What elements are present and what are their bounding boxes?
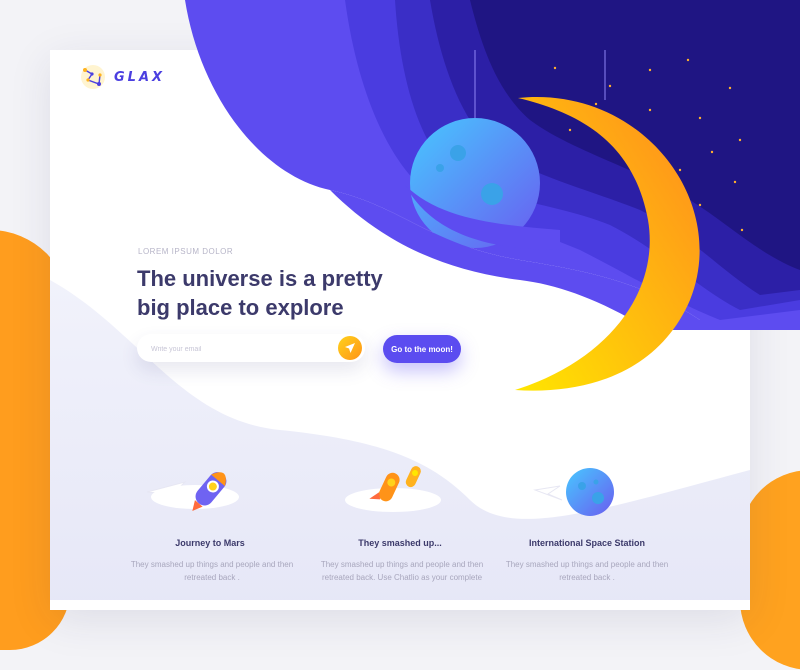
hero-headline: The universe is a pretty big place to ex… (137, 266, 383, 320)
go-to-moon-button[interactable]: Go to the moon! (383, 335, 461, 363)
feature-title-mars: Journey to Mars (175, 538, 245, 548)
brand-name: GLAX (114, 69, 166, 85)
hero-eyebrow: LOREM IPSUM DOLOR (138, 247, 234, 256)
planet-icon (533, 468, 614, 516)
feature-title-smashed: They smashed up... (358, 538, 442, 548)
rocket-icon (146, 472, 239, 512)
send-arrow-icon (345, 343, 355, 353)
email-input[interactable] (149, 338, 333, 360)
feature-desc-smashed: They smashed up things and people and th… (320, 560, 484, 582)
brand-logo[interactable]: GLAX (80, 64, 165, 90)
feature-desc-iss: They smashed up things and people and th… (505, 560, 669, 582)
email-signup (137, 334, 365, 362)
double-rocket-icon (345, 466, 441, 512)
feature-desc-mars: They smashed up things and people and th… (130, 560, 294, 582)
constellation-icon (81, 65, 105, 89)
feature-title-iss: International Space Station (528, 538, 646, 548)
send-button[interactable] (338, 336, 362, 360)
